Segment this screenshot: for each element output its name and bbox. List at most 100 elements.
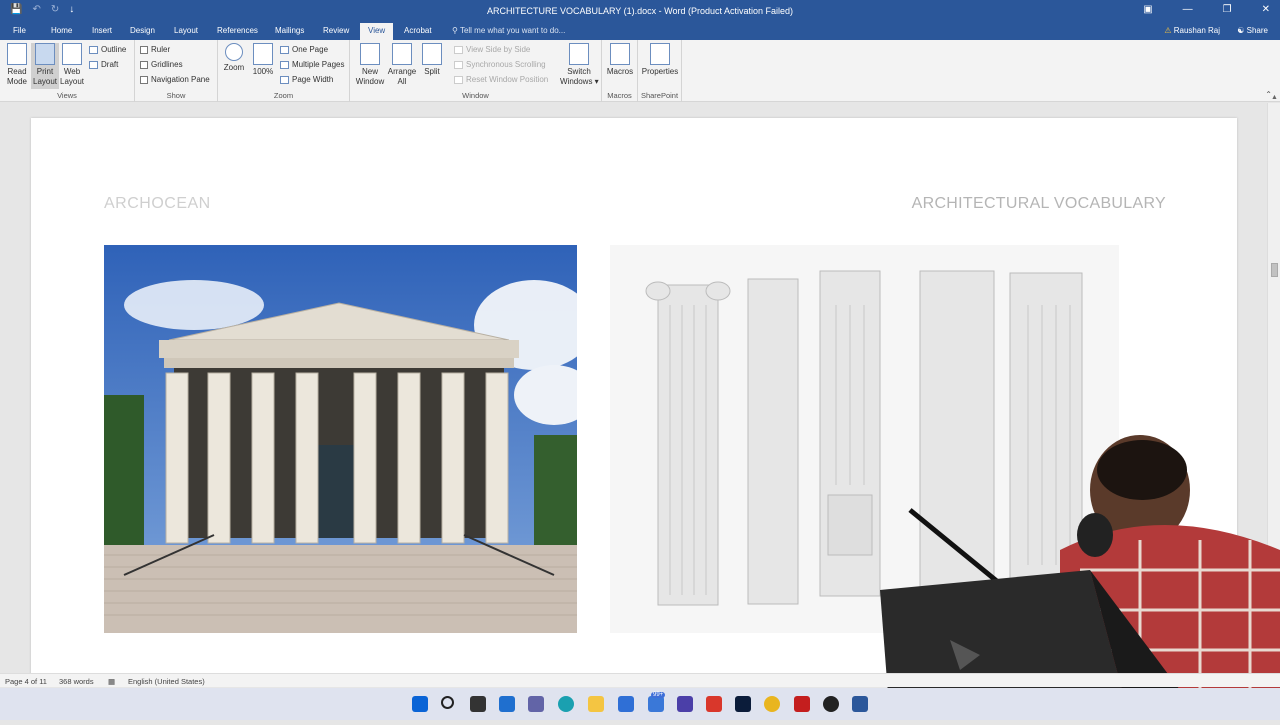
split-label: Split: [424, 67, 440, 76]
edge-icon[interactable]: [558, 696, 574, 712]
tell-me-text: Tell me what you want to do...: [459, 26, 566, 35]
task-view-icon[interactable]: [470, 696, 486, 712]
lightbulb-icon: ⚲: [452, 26, 460, 35]
properties-button[interactable]: Properties: [641, 43, 679, 77]
web-layout-icon: [62, 43, 82, 65]
tab-file[interactable]: File: [13, 26, 26, 35]
arrange-all-button[interactable]: Arrange All: [387, 43, 417, 87]
temple-illustration: [104, 245, 577, 633]
word-icon[interactable]: [852, 696, 868, 712]
tab-insert[interactable]: Insert: [92, 26, 112, 35]
title-bar: 💾 ↶ ↻ ↓ ARCHITECTURE VOCABULARY (1).docx…: [0, 0, 1280, 23]
multiple-pages-button[interactable]: Multiple Pages: [280, 60, 344, 69]
tab-design[interactable]: Design: [130, 26, 155, 35]
teams-icon[interactable]: [528, 696, 544, 712]
arrange-all-label: Arrange All: [387, 67, 417, 86]
one-page-button[interactable]: One Page: [280, 45, 328, 54]
page-count[interactable]: Page 4 of 11: [5, 677, 47, 686]
scroll-up-icon[interactable]: ▲: [1271, 94, 1278, 101]
read-mode-label: Read Mode: [6, 67, 27, 86]
reset-position-label: Reset Window Position: [466, 75, 549, 84]
user-account[interactable]: ⚠ Raushan Raj: [1164, 26, 1220, 35]
switch-windows-button[interactable]: Switch Windows ▾: [560, 43, 599, 87]
outline-button[interactable]: Outline: [89, 45, 126, 54]
zoom-group-label: Zoom: [273, 91, 294, 100]
ruler-check: [140, 45, 148, 54]
multiple-pages-icon: [280, 60, 289, 69]
start-icon[interactable]: [412, 696, 428, 712]
split-button[interactable]: Split: [420, 43, 444, 77]
photoshop-icon[interactable]: [735, 696, 751, 712]
web-layout-button[interactable]: Web Layout: [60, 43, 84, 87]
minimize-icon[interactable]: —: [1183, 4, 1193, 15]
mail-icon[interactable]: [618, 696, 634, 712]
word-count[interactable]: 368 words: [59, 677, 94, 686]
outline-icon: [89, 45, 98, 54]
widgets-icon[interactable]: [499, 696, 515, 712]
language-indicator[interactable]: English (United States): [128, 677, 205, 686]
show-group-label: Show: [166, 91, 186, 100]
one-page-icon: [280, 45, 289, 54]
draft-button[interactable]: Draft: [89, 60, 118, 69]
nav-check: [140, 75, 148, 84]
new-window-button[interactable]: New Window: [354, 43, 386, 87]
print-layout-icon: [35, 43, 55, 65]
window-controls: ▣ — ❐ ✕: [1143, 4, 1270, 15]
office-icon[interactable]: [706, 696, 722, 712]
synchronous-scrolling-button[interactable]: Synchronous Scrolling: [454, 60, 546, 69]
print-layout-button[interactable]: Print Layout: [31, 43, 59, 89]
group-window: New Window Arrange All Split View Side b…: [350, 40, 602, 102]
read-mode-icon: [7, 43, 27, 65]
temple-photo[interactable]: [104, 245, 577, 633]
split-icon: [422, 43, 442, 65]
sync-scroll-icon: [454, 60, 463, 69]
editor-icon[interactable]: [677, 696, 693, 712]
gridlines-checkbox[interactable]: Gridlines: [140, 60, 183, 69]
page-width-icon: [280, 75, 289, 84]
zoom-100-button[interactable]: 100%: [251, 43, 275, 77]
navigation-pane-checkbox[interactable]: Navigation Pane: [140, 75, 210, 84]
chrome-icon[interactable]: [764, 696, 780, 712]
windows-taskbar: 99+: [0, 688, 1280, 720]
tell-me-search[interactable]: ⚲ Tell me what you want to do...: [452, 26, 565, 35]
read-mode-button[interactable]: Read Mode: [5, 43, 29, 87]
side-by-side-icon: [454, 45, 463, 54]
print-layout-label: Print Layout: [33, 67, 58, 86]
tab-layout[interactable]: Layout: [174, 26, 198, 35]
nav-label: Navigation Pane: [151, 75, 210, 84]
new-window-label: New Window: [355, 67, 385, 86]
view-side-by-side-button[interactable]: View Side by Side: [454, 45, 530, 54]
arrange-all-icon: [392, 43, 412, 65]
scroll-thumb[interactable]: [1271, 263, 1278, 277]
tab-view[interactable]: View: [360, 23, 394, 40]
share-button[interactable]: ☯ Share: [1237, 26, 1268, 35]
window-group-label: Window: [462, 91, 489, 100]
tab-acrobat[interactable]: Acrobat: [404, 26, 432, 35]
draft-label: Draft: [101, 60, 119, 69]
tab-mailings[interactable]: Mailings: [275, 26, 304, 35]
close-icon[interactable]: ✕: [1262, 4, 1270, 15]
app-icon[interactable]: [823, 696, 839, 712]
proofing-icon[interactable]: ▦: [108, 677, 115, 686]
tab-home[interactable]: Home: [51, 26, 72, 35]
file-explorer-icon[interactable]: [588, 696, 604, 712]
zoom-button[interactable]: Zoom: [222, 43, 246, 73]
restore-icon[interactable]: ❐: [1223, 4, 1232, 15]
ribbon-display-options-icon[interactable]: ▣: [1143, 4, 1152, 15]
outline-label: Outline: [101, 45, 127, 54]
views-group-label: Views: [57, 91, 77, 100]
macros-button[interactable]: Macros: [606, 43, 634, 77]
properties-label: Properties: [641, 67, 679, 76]
search-icon[interactable]: [441, 696, 454, 709]
group-zoom: Zoom 100% One Page Multiple Pages Page W…: [218, 40, 350, 102]
gridlines-check: [140, 60, 148, 69]
reset-window-position-button[interactable]: Reset Window Position: [454, 75, 548, 84]
store-icon[interactable]: [648, 696, 664, 712]
magnifier-icon: [225, 43, 243, 61]
acrobat-icon[interactable]: [794, 696, 810, 712]
page-width-button[interactable]: Page Width: [280, 75, 333, 84]
tab-references[interactable]: References: [217, 26, 258, 35]
new-window-icon: [360, 43, 380, 65]
ruler-checkbox[interactable]: Ruler: [140, 45, 170, 54]
tab-review[interactable]: Review: [323, 26, 349, 35]
